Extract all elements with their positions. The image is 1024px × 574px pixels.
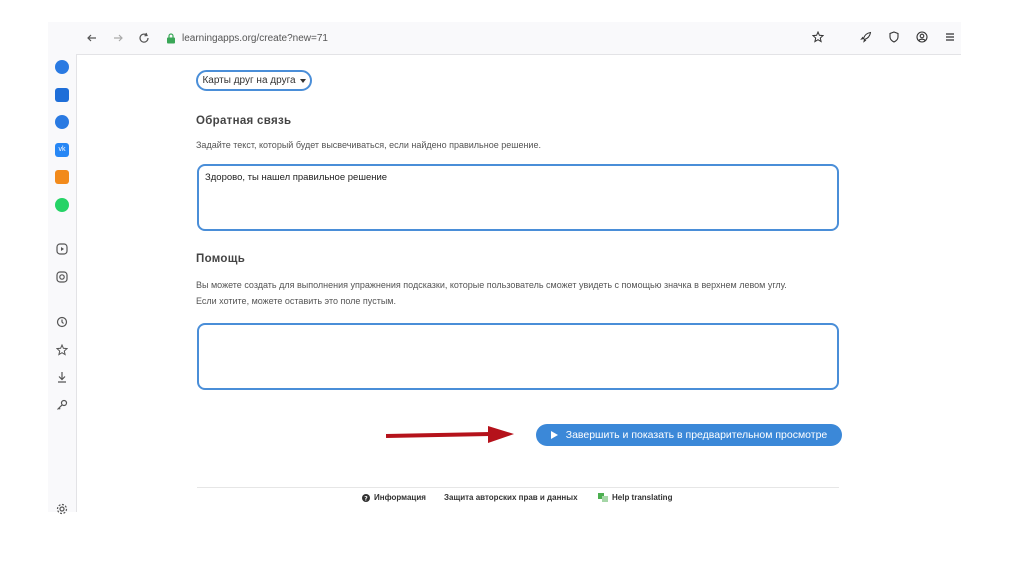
rocket-icon[interactable] (857, 28, 875, 46)
forward-arrow-icon[interactable] (108, 28, 128, 48)
browser-sidebar: vk (48, 22, 77, 515)
download-icon[interactable] (54, 369, 70, 385)
key-icon[interactable] (54, 397, 70, 413)
feedback-description: Задайте текст, который будет высвечивать… (196, 140, 541, 150)
help-textarea[interactable] (197, 323, 839, 390)
vk-icon[interactable]: vk (55, 143, 69, 157)
messenger-icon[interactable] (55, 60, 69, 74)
question-icon: ? (362, 493, 370, 502)
footer-help-translating-link[interactable]: Help translating (598, 493, 672, 502)
svg-text:?: ? (364, 495, 368, 502)
finish-preview-button[interactable]: Завершить и показать в предварительном п… (536, 424, 842, 446)
url-text: learningapps.org/create?new=71 (182, 32, 328, 44)
footer-info-link[interactable]: ? Информация (362, 493, 426, 502)
mode-dropdown-value: Карты друг на друга (202, 75, 296, 86)
translate-icon (598, 493, 608, 502)
instagram-icon[interactable] (54, 269, 70, 285)
footer-help-translating-label: Help translating (612, 493, 673, 502)
menu-hamburger-icon[interactable] (941, 28, 959, 46)
toolbar-right-icons (809, 28, 959, 46)
help-description-line2: Если хотите, можете оставить это поле пу… (196, 296, 396, 306)
back-arrow-icon[interactable] (82, 28, 102, 48)
odnoklassniki-icon[interactable] (55, 170, 69, 184)
reload-icon[interactable] (134, 28, 154, 48)
history-icon[interactable] (54, 314, 70, 330)
footer-info-label: Информация (374, 493, 426, 502)
address-bar[interactable]: learningapps.org/create?new=71 (166, 33, 328, 44)
mode-dropdown[interactable]: Карты друг на друга (196, 70, 312, 91)
play-icon (550, 431, 558, 439)
help-description-line1: Вы можете создать для выполнения упражне… (196, 280, 787, 290)
feedback-textarea[interactable]: Здорово, ты нашел правильное решение (197, 164, 839, 231)
footer-divider (197, 487, 839, 488)
shield-icon[interactable] (885, 28, 903, 46)
footer-copyright-link[interactable]: Защита авторских прав и данных (444, 493, 578, 502)
lock-icon (167, 32, 175, 43)
caret-down-icon (299, 78, 306, 83)
footer-copyright-label: Защита авторских прав и данных (444, 493, 578, 502)
account-icon[interactable] (913, 28, 931, 46)
bookmark-star-icon[interactable] (809, 28, 827, 46)
feedback-heading: Обратная связь (196, 115, 292, 127)
help-heading: Помощь (196, 253, 246, 265)
star-icon[interactable] (54, 342, 70, 358)
feedback-text: Здорово, ты нашел правильное решение (205, 172, 388, 183)
browser-toolbar: learningapps.org/create?new=71 (76, 22, 961, 55)
annotation-arrow (386, 426, 514, 443)
settings-gear-icon[interactable] (54, 501, 70, 517)
whatsapp-icon[interactable] (55, 198, 69, 212)
calendar-icon[interactable] (55, 88, 69, 102)
pinterest-icon[interactable] (55, 115, 69, 129)
player-icon[interactable] (54, 241, 70, 257)
finish-preview-label: Завершить и показать в предварительном п… (565, 429, 828, 441)
